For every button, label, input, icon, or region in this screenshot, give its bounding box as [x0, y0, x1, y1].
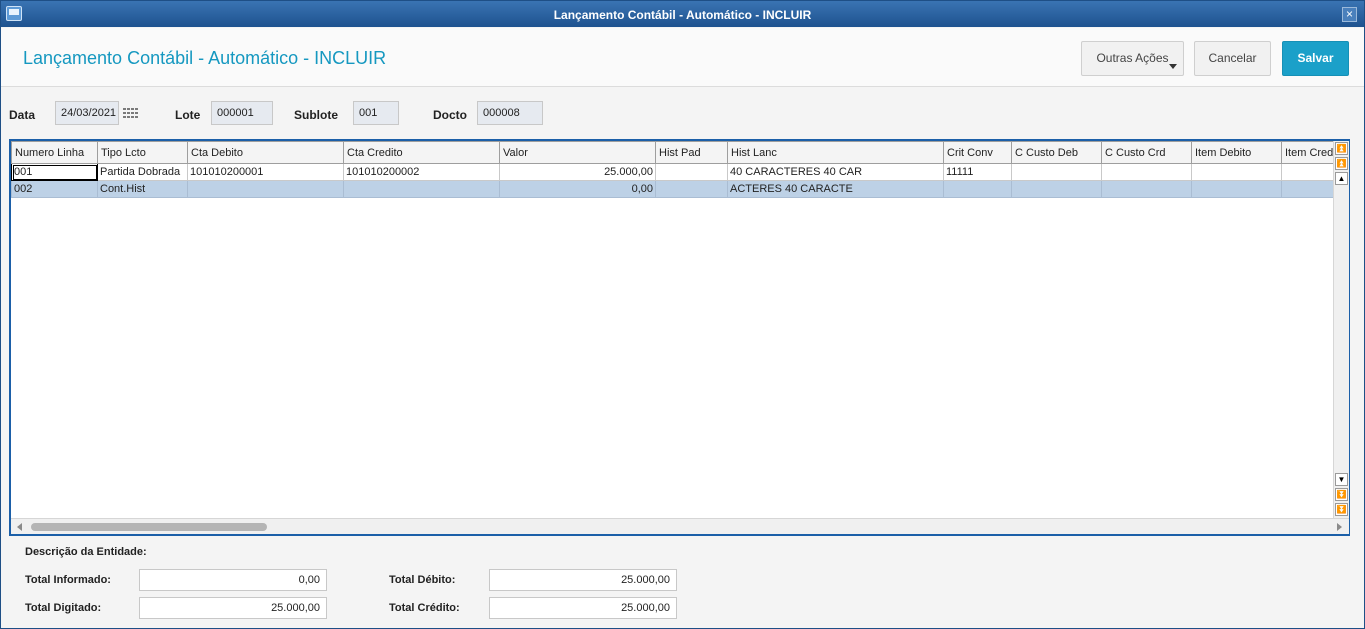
- scroll-page-up-icon[interactable]: ⏫: [1335, 157, 1348, 170]
- grid-cell[interactable]: 25.000,00: [499, 163, 656, 181]
- grid-cell[interactable]: Cont.Hist: [97, 180, 188, 198]
- column-header[interactable]: Item Debito: [1191, 141, 1282, 164]
- horizontal-scrollbar[interactable]: [11, 518, 1349, 534]
- total-debito-label: Total Débito:: [389, 574, 456, 586]
- grid-cell[interactable]: 11111: [943, 163, 1012, 181]
- scroll-bottom-icon[interactable]: ⏬: [1335, 503, 1348, 516]
- grid-cell[interactable]: [1011, 180, 1102, 198]
- grid-cell[interactable]: [655, 163, 728, 181]
- grid-cell[interactable]: Partida Dobrada: [97, 163, 188, 181]
- grid-cell[interactable]: [343, 180, 500, 198]
- lote-field[interactable]: 000001: [211, 101, 273, 125]
- grid-cell[interactable]: [1191, 163, 1282, 181]
- grid-cell[interactable]: [655, 180, 728, 198]
- page-title: Lançamento Contábil - Automático - INCLU…: [23, 48, 387, 68]
- column-header[interactable]: C Custo Deb: [1011, 141, 1102, 164]
- scroll-up-icon[interactable]: ▲: [1335, 172, 1348, 185]
- grid-cell[interactable]: ACTERES 40 CARACTE: [727, 180, 944, 198]
- entity-description-label: Descrição da Entidade:: [25, 546, 147, 558]
- page-header: Lançamento Contábil - Automático - INCLU…: [1, 28, 1364, 87]
- chevron-down-icon: [1169, 64, 1177, 69]
- docto-label: Docto: [433, 108, 467, 122]
- total-informado-label: Total Informado:: [25, 574, 111, 586]
- data-label: Data: [9, 108, 36, 122]
- column-header[interactable]: C Custo Crd: [1101, 141, 1192, 164]
- table-row[interactable]: 001 Partida Dobrada 101010200001 1010102…: [11, 163, 1334, 181]
- grid-cell[interactable]: [1281, 163, 1334, 181]
- column-header[interactable]: Cta Credito: [343, 141, 500, 164]
- entries-table: Numero Linha Tipo Lcto Cta Debito Cta Cr…: [11, 141, 1334, 198]
- title-bar: Lançamento Contábil - Automático - INCLU…: [1, 1, 1364, 27]
- grid-cell[interactable]: [1281, 180, 1334, 198]
- totals-footer: Descrição da Entidade: Total Informado: …: [1, 538, 1364, 628]
- calendar-icon[interactable]: [123, 108, 139, 120]
- column-header[interactable]: Valor: [499, 141, 656, 164]
- column-header[interactable]: Numero Linha: [11, 141, 98, 164]
- total-debito-field[interactable]: 25.000,00: [489, 569, 677, 591]
- column-header[interactable]: Item Credito: [1281, 141, 1334, 164]
- grid-cell[interactable]: 001: [11, 163, 98, 181]
- horizontal-scroll-thumb[interactable]: [31, 523, 267, 531]
- scroll-page-down-icon[interactable]: ⏬: [1335, 488, 1348, 501]
- lote-label: Lote: [175, 108, 201, 122]
- header-fields: Data 24/03/2021 Lote 000001 Sublote 001 …: [1, 101, 1364, 127]
- scroll-down-icon[interactable]: ▼: [1335, 473, 1348, 486]
- column-header[interactable]: Hist Lanc: [727, 141, 944, 164]
- column-header[interactable]: Hist Pad: [655, 141, 728, 164]
- grid-cell[interactable]: 101010200002: [343, 163, 500, 181]
- dialog-window: Lançamento Contábil - Automático - INCLU…: [0, 0, 1365, 629]
- close-window-button[interactable]: ×: [1342, 7, 1357, 22]
- scroll-left-icon[interactable]: [17, 523, 22, 531]
- grid-cell[interactable]: [1011, 163, 1102, 181]
- column-header[interactable]: Crit Conv: [943, 141, 1012, 164]
- grid-cell[interactable]: 40 CARACTERES 40 CAR: [727, 163, 944, 181]
- docto-field[interactable]: 000008: [477, 101, 543, 125]
- grid-cell[interactable]: [187, 180, 344, 198]
- grid-cell[interactable]: [1191, 180, 1282, 198]
- total-informado-field[interactable]: 0,00: [139, 569, 327, 591]
- table-row[interactable]: 002 Cont.Hist 0,00 ACTERES 40 CARACTE: [11, 180, 1334, 198]
- vertical-scrollbar[interactable]: ⏫ ⏫ ▲ ▼ ⏬ ⏬: [1333, 141, 1349, 521]
- grid-cell[interactable]: [943, 180, 1012, 198]
- scroll-top-icon[interactable]: ⏫: [1335, 142, 1348, 155]
- total-digitado-label: Total Digitado:: [25, 602, 102, 614]
- total-digitado-field[interactable]: 25.000,00: [139, 597, 327, 619]
- more-actions-button[interactable]: Outras Ações: [1081, 41, 1184, 76]
- column-header[interactable]: Cta Debito: [187, 141, 344, 164]
- grid-cell[interactable]: [1101, 180, 1192, 198]
- entries-grid[interactable]: Numero Linha Tipo Lcto Cta Debito Cta Cr…: [9, 139, 1350, 536]
- grid-cell[interactable]: [1101, 163, 1192, 181]
- grid-cell[interactable]: 0,00: [499, 180, 656, 198]
- window-title: Lançamento Contábil - Automático - INCLU…: [553, 8, 812, 22]
- sublote-field[interactable]: 001: [353, 101, 399, 125]
- total-credito-field[interactable]: 25.000,00: [489, 597, 677, 619]
- more-actions-label: Outras Ações: [1096, 51, 1169, 65]
- save-button[interactable]: Salvar: [1282, 41, 1349, 76]
- data-field[interactable]: 24/03/2021: [55, 101, 119, 125]
- total-credito-label: Total Crédito:: [389, 602, 460, 614]
- grid-cell[interactable]: 002: [11, 180, 98, 198]
- column-header[interactable]: Tipo Lcto: [97, 141, 188, 164]
- cancel-button[interactable]: Cancelar: [1194, 41, 1271, 76]
- scroll-right-icon[interactable]: [1337, 523, 1342, 531]
- grid-header-row: Numero Linha Tipo Lcto Cta Debito Cta Cr…: [11, 141, 1334, 164]
- sublote-label: Sublote: [294, 108, 338, 122]
- grid-cell[interactable]: 101010200001: [187, 163, 344, 181]
